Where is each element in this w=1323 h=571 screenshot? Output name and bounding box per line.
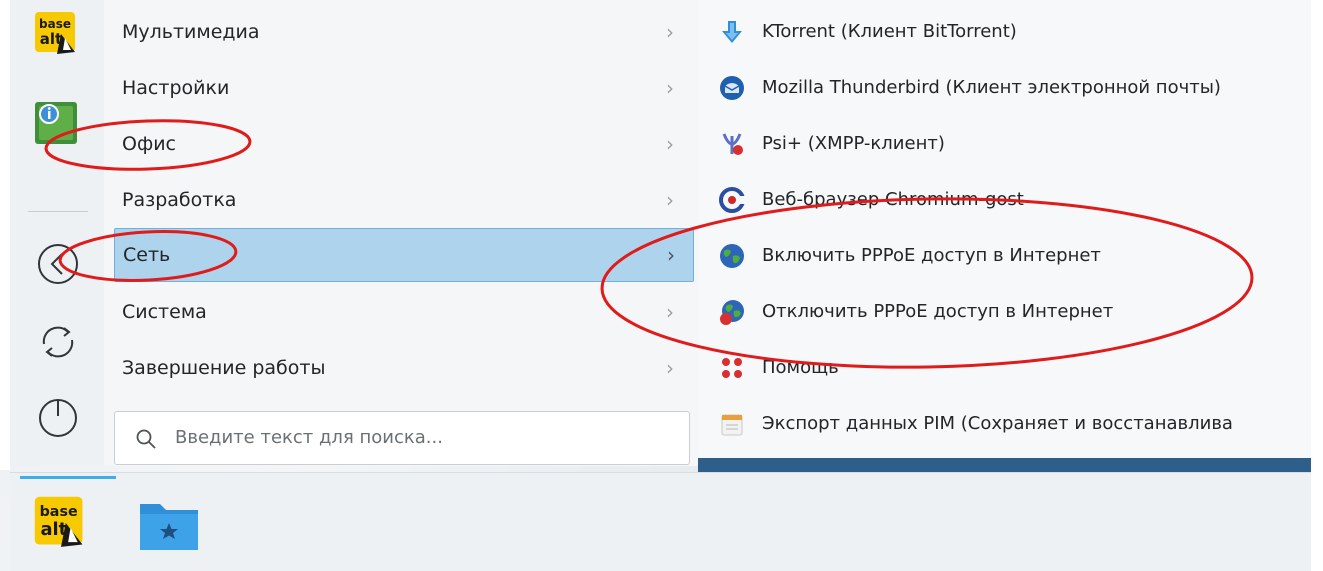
globe-icon [718,242,746,270]
category-settings[interactable]: Настройки › [114,64,692,112]
chevron-right-icon: › [666,188,674,212]
screen-right-edge [1311,0,1323,571]
category-office[interactable]: Офис › [114,120,692,168]
chevron-right-icon: › [666,356,674,380]
chevron-right-icon: › [666,300,674,324]
chevron-right-icon: › [666,132,674,156]
app-item-pim-export[interactable]: Экспорт данных PIM (Сохраняет и восстана… [712,396,1312,452]
leave-icon[interactable] [36,242,80,286]
app-item-pppoe-disable[interactable]: Отключить PPPoE доступ в Интернет [712,284,1312,340]
taskbar [10,472,1311,571]
category-label: Сеть [123,244,171,266]
favorites-column: base alt [10,0,105,466]
category-label: Разработка [122,189,237,211]
category-label: Настройки [122,77,230,99]
app-label: Mozilla Thunderbird (Клиент электронной … [762,77,1221,98]
taskbar-active-indicator [20,476,116,479]
chevron-right-icon: › [667,243,675,267]
app-label: Экспорт данных PIM (Сохраняет и восстана… [762,413,1233,434]
refresh-icon[interactable] [36,320,80,364]
app-label: Отключить PPPoE доступ в Интернет [762,301,1114,322]
category-system[interactable]: Система › [114,288,692,336]
logo-text-top: base [40,504,78,520]
search-icon [135,428,157,450]
info-icon[interactable] [31,96,83,148]
power-icon[interactable] [36,394,80,438]
applications-column: KTorrent (Клиент BitTorrent) Mozilla Thu… [698,0,1311,460]
category-multimedia[interactable]: Мультимедиа › [114,8,692,56]
app-label: Веб-браузер Chromium-gost [762,189,1024,210]
folder-favorites-icon[interactable] [138,496,200,554]
category-label: Офис [122,133,176,155]
category-label: Мультимедиа [122,21,260,43]
screen: base alt Мультимедиа › Настройки › Офис … [0,0,1323,571]
app-label: Psi+ (XMPP-клиент) [762,133,945,154]
thunderbird-icon [718,74,746,102]
app-item-pppoe-enable[interactable]: Включить PPPoE доступ в Интернет [712,228,1312,284]
app-label: Включить PPPoE доступ в Интернет [762,245,1101,266]
app-item-psi[interactable]: Psi+ (XMPP-клиент) [712,116,1312,172]
globe-disconnect-icon [718,298,746,326]
app-label: KTorrent (Клиент BitTorrent) [762,21,1017,42]
app-item-thunderbird[interactable]: Mozilla Thunderbird (Клиент электронной … [712,60,1312,116]
application-launcher-button[interactable]: base alt [30,492,92,554]
categories-column: Мультимедиа › Настройки › Офис › Разрабо… [104,0,698,466]
category-label: Система [122,301,207,323]
app-label: Помощь [762,357,839,378]
search-input[interactable]: Введите текст для поиска... [114,411,690,465]
chevron-right-icon: › [666,20,674,44]
app-item-chromium-gost[interactable]: Веб-браузер Chromium-gost [712,172,1312,228]
applications-bottom-edge [698,458,1311,472]
pim-export-icon [718,410,746,438]
app-item-ktorrent[interactable]: KTorrent (Клиент BitTorrent) [712,4,1312,60]
favorites-separator [28,211,88,212]
category-development[interactable]: Разработка › [114,176,692,224]
screen-left-edge [0,0,10,470]
basealt-logo-icon[interactable]: base alt [31,8,83,60]
category-label: Завершение работы [122,357,326,379]
chromium-icon [718,186,746,214]
search-placeholder: Введите текст для поиска... [175,427,443,448]
psi-icon [718,130,746,158]
chevron-right-icon: › [666,76,674,100]
ktorrent-icon [718,18,746,46]
category-shutdown[interactable]: Завершение работы › [114,344,692,392]
app-item-help[interactable]: Помощь [712,340,1312,396]
category-network[interactable]: Сеть › [114,228,694,282]
basealt-logo-icon: base alt [34,496,83,547]
logo-text-top: base [39,17,71,31]
help-icon [718,354,746,382]
